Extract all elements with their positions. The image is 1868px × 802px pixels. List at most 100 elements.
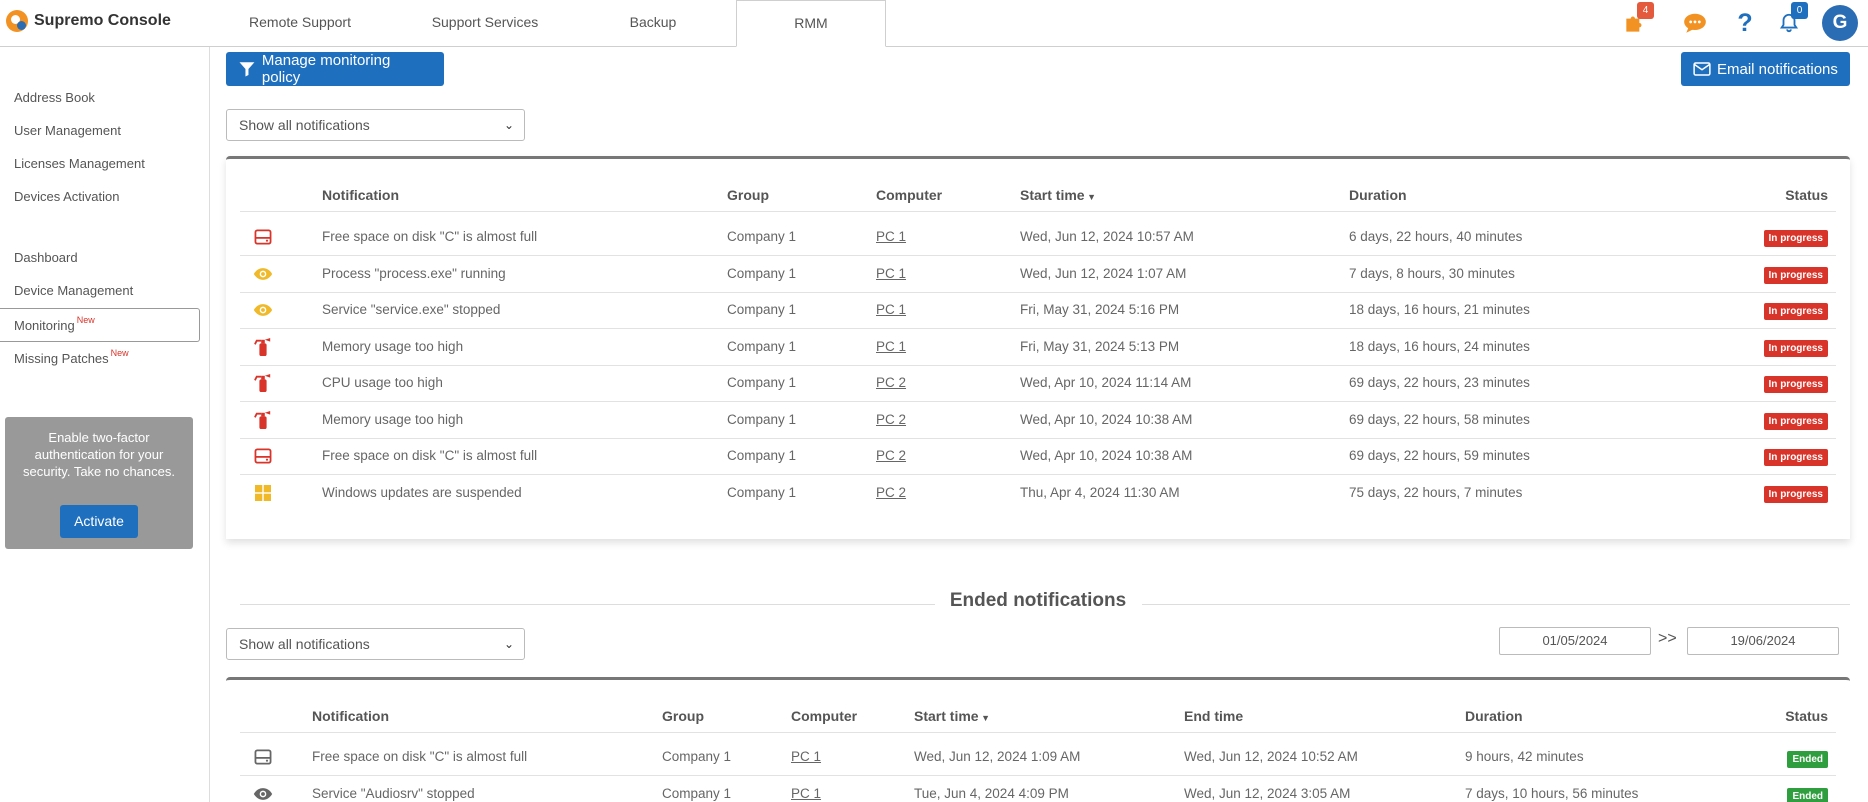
tab-support-services[interactable]: Support Services [400, 0, 570, 47]
start-time-label: Start time [1020, 187, 1085, 203]
cell-notification: Free space on disk "C" is almost full [322, 448, 538, 463]
computer-link[interactable]: PC 1 [876, 302, 906, 317]
sidebar-item-licenses-management[interactable]: Licenses Management [0, 147, 200, 181]
sidebar-item-device-management[interactable]: Device Management [0, 274, 200, 308]
tab-backup[interactable]: Backup [570, 0, 736, 47]
activate-button[interactable]: Activate [60, 505, 138, 538]
manage-monitoring-policy-button[interactable]: Manage monitoring policy [226, 52, 444, 86]
date-to-input[interactable]: 19/06/2024 [1687, 627, 1839, 655]
cell-notification: Service "service.exe" stopped [322, 302, 501, 317]
status-badge: Ended [1787, 751, 1828, 768]
cell-notification: CPU usage too high [322, 375, 443, 390]
header-duration[interactable]: Duration [1465, 708, 1523, 724]
header-duration[interactable]: Duration [1349, 187, 1407, 203]
status-badge: In progress [1763, 339, 1828, 357]
manage-policy-label: Manage monitoring policy [261, 52, 391, 86]
header-divider [240, 732, 1836, 733]
header-notification[interactable]: Notification [312, 708, 389, 724]
tab-remote-support[interactable]: Remote Support [200, 0, 400, 47]
ended-notifications-title: Ended notifications [949, 590, 1127, 611]
ended-filter-select[interactable]: Show all notifications ⌄ [226, 628, 525, 660]
computer-link[interactable]: PC 1 [876, 266, 906, 281]
header-start-time[interactable]: Start time ▼ [914, 708, 990, 724]
cell-duration: 9 hours, 42 minutes [1465, 749, 1584, 764]
cell-start: Wed, Apr 10, 2024 10:38 AM [1020, 448, 1193, 463]
computer-link[interactable]: PC 2 [876, 412, 906, 427]
start-time-label: Start time [914, 708, 979, 724]
cell-group: Company 1 [727, 375, 797, 390]
status-badge: In progress [1763, 485, 1828, 503]
brand[interactable]: Supremo Console [6, 10, 171, 32]
bell-badge: 0 [1791, 2, 1808, 19]
row-divider [240, 775, 1836, 776]
computer-link[interactable]: PC 1 [876, 229, 906, 244]
disk-icon [252, 226, 274, 248]
main-tabs: Remote Support Support Services Backup R… [200, 0, 886, 47]
chevron-down-icon: ⌄ [503, 637, 514, 651]
help-button[interactable]: ? [1730, 8, 1760, 38]
new-tag: New [110, 348, 129, 358]
supremo-logo-icon [6, 10, 28, 32]
email-notifications-button[interactable]: Email notifications [1681, 52, 1850, 86]
cell-duration: 69 days, 22 hours, 23 minutes [1349, 375, 1530, 390]
sidebar-item-label: Dashboard [14, 250, 78, 265]
header-group[interactable]: Group [662, 708, 704, 724]
computer-link[interactable]: PC 2 [876, 375, 906, 390]
row-divider [240, 401, 1836, 402]
chat-button[interactable] [1680, 8, 1710, 38]
new-tag: New [76, 315, 95, 325]
avatar[interactable]: G [1822, 5, 1858, 41]
extinguisher-icon [252, 336, 274, 358]
header-status[interactable]: Status [1785, 187, 1828, 203]
row-divider [240, 437, 1836, 439]
cell-duration: 18 days, 16 hours, 24 minutes [1349, 338, 1530, 354]
date-from-input[interactable]: 01/05/2024 [1499, 627, 1651, 655]
computer-link[interactable]: PC 1 [791, 786, 821, 801]
sort-desc-icon: ▼ [978, 713, 990, 723]
tab-rmm[interactable]: RMM [736, 0, 886, 47]
cell-start: Fri, May 31, 2024 5:13 PM [1020, 338, 1180, 354]
brand-name: Supremo Console [34, 12, 171, 29]
chat-icon [1684, 13, 1706, 33]
cell-duration: 75 days, 22 hours, 7 minutes [1349, 484, 1523, 500]
sidebar-item-dashboard[interactable]: Dashboard [0, 241, 200, 275]
header-status[interactable]: Status [1785, 708, 1828, 724]
cell-start: Wed, Apr 10, 2024 11:14 AM [1020, 375, 1192, 390]
ended-filter-value: Show all notifications [239, 636, 370, 652]
active-filter-select[interactable]: Show all notifications ⌄ [226, 109, 525, 141]
cell-notification: Service "Audiosrv" stopped [312, 786, 475, 801]
computer-link[interactable]: PC 1 [876, 339, 906, 354]
puzzle-button[interactable]: 4 [1620, 2, 1654, 38]
cell-notification: Memory usage too high [322, 338, 464, 354]
status-badge: In progress [1763, 230, 1828, 247]
disk-icon [252, 445, 274, 467]
active-filter-value: Show all notifications [239, 117, 370, 133]
header-notification[interactable]: Notification [322, 187, 399, 203]
header-group[interactable]: Group [727, 187, 769, 203]
envelope-icon [1693, 62, 1711, 76]
sidebar-item-user-management[interactable]: User Management [0, 114, 200, 148]
computer-link[interactable]: PC 2 [876, 485, 906, 500]
ended-title-line-right [1142, 604, 1850, 605]
sidebar-item-monitoring[interactable]: Monitoring New [0, 308, 200, 342]
notifications-button[interactable]: 0 [1774, 2, 1808, 38]
header-end-time[interactable]: End time [1184, 708, 1243, 724]
cell-duration: 7 days, 10 hours, 56 minutes [1465, 786, 1639, 801]
cell-notification: Free space on disk "C" is almost full [312, 749, 528, 764]
sidebar-item-address-book[interactable]: Address Book [0, 81, 200, 115]
computer-link[interactable]: PC 2 [876, 448, 906, 463]
cell-group: Company 1 [662, 786, 732, 801]
header-divider [240, 211, 1836, 212]
ended-notifications-table: Notification Group Computer Start time ▼… [226, 677, 1850, 802]
header-computer[interactable]: Computer [791, 708, 857, 724]
cell-group: Company 1 [662, 749, 732, 764]
status-badge: In progress [1763, 412, 1828, 430]
cell-notification: Memory usage too high [322, 411, 464, 427]
disk-icon [252, 746, 274, 768]
computer-link[interactable]: PC 1 [791, 749, 821, 764]
sidebar-item-missing-patches[interactable]: Missing Patches New [0, 342, 200, 376]
header-start-time[interactable]: Start time ▼ [1020, 187, 1096, 203]
header-computer[interactable]: Computer [876, 187, 942, 203]
chevron-down-icon: ⌄ [503, 118, 514, 132]
sidebar-item-devices-activation[interactable]: Devices Activation [0, 180, 200, 214]
